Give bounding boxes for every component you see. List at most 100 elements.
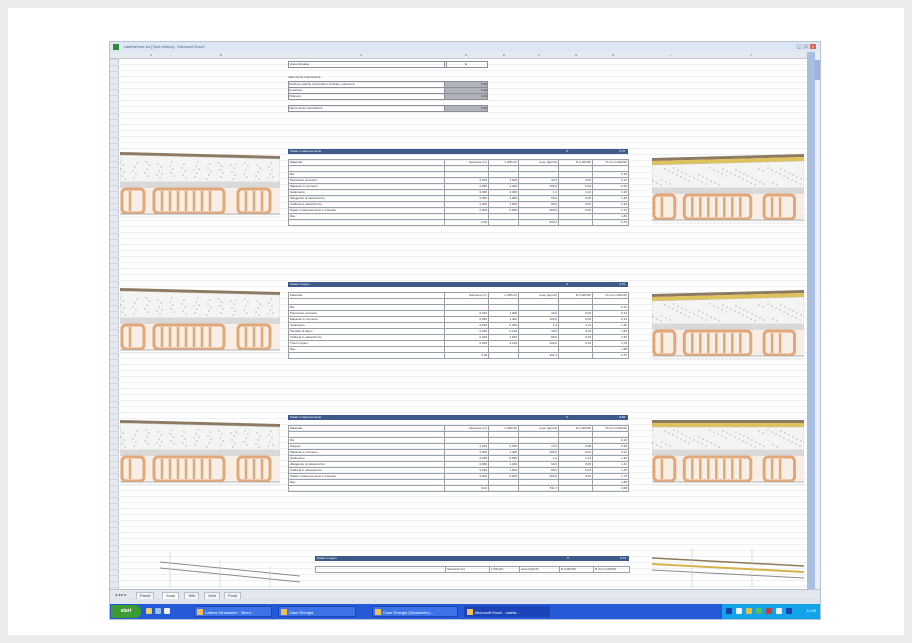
floor-section-drawing	[120, 420, 280, 486]
block-header: Solaio in laterocemento U 0,68	[288, 415, 628, 420]
tray-icon[interactable]	[776, 608, 782, 614]
block-u-label: U	[565, 282, 568, 286]
table-cell[interactable]: 0,40	[444, 485, 489, 492]
header-cell[interactable]: R (m2K/W)	[559, 566, 594, 573]
block-u-value: 0,72	[620, 556, 626, 560]
table-cell[interactable]	[288, 352, 445, 359]
table-cell[interactable]: 0,40	[444, 219, 489, 226]
stratigraphy-block-3: Solaio in laterocemento U 0,68 Materiale…	[288, 415, 629, 492]
block-title: Solaio in legno	[290, 282, 310, 286]
header-cell[interactable]: R cum (m2K/W)	[593, 566, 630, 573]
floor-section-drawing	[120, 152, 280, 218]
tray-icon[interactable]	[766, 608, 772, 614]
table-cell[interactable]	[488, 485, 519, 492]
table-cell[interactable]: 0,75	[592, 352, 629, 359]
block-header: Solaio in legno U 0,72	[315, 556, 629, 561]
quick-launch-icon[interactable]	[146, 608, 152, 614]
table-cell[interactable]	[558, 352, 593, 359]
table-cell[interactable]	[288, 485, 445, 492]
tab-nav-arrows[interactable]: ◂ ◂ ▸ ▸	[112, 592, 129, 598]
excel-icon	[113, 44, 119, 50]
wood-floor-drawing	[652, 548, 804, 588]
table-cell[interactable]: 0,38	[444, 352, 489, 359]
floor-section-drawing	[652, 420, 804, 486]
quick-launch-icon[interactable]	[164, 608, 170, 614]
column-header[interactable]: J	[750, 53, 752, 57]
floor-section-drawing	[120, 288, 280, 354]
block-u-label: U	[565, 149, 568, 153]
tray-icon[interactable]	[726, 608, 732, 614]
limit-total-value[interactable]: 0,30	[444, 105, 488, 112]
block-u-label: U	[566, 556, 569, 560]
column-header[interactable]: B	[220, 53, 222, 57]
limit-label[interactable]: Chiusure	[288, 93, 446, 100]
floor-section-drawing	[652, 154, 804, 224]
block-title: Solaio in laterocemento	[290, 149, 322, 153]
table-cell[interactable]: 511,7	[518, 485, 559, 492]
system-tray: 11:05	[722, 604, 820, 619]
quick-launch-icon[interactable]	[155, 608, 161, 614]
limit-value[interactable]: 0,29	[444, 93, 488, 100]
window-edge	[807, 52, 815, 589]
stratigraphy-block-4: Solaio in legno U 0,72 Spessore (m) λ (W…	[315, 556, 630, 573]
total-row: 0,40 534,2 0,70	[288, 219, 629, 226]
column-header[interactable]: H	[612, 53, 614, 57]
limits-subtitle: Valori limite trasmittanza	[288, 75, 321, 79]
taskbar-button-active[interactable]: Microsoft Excel - calefa...	[464, 606, 550, 617]
column-header[interactable]: D	[465, 53, 467, 57]
block-u-label: U	[565, 415, 568, 419]
table-cell[interactable]	[288, 219, 445, 226]
layers-table-partial: Spessore (m) λ (W/mK) peso (kg/m2) R (m2…	[315, 566, 630, 573]
table-cell[interactable]	[558, 485, 593, 492]
stratigraphy-block-1: Solaio in laterocemento U 0,70 Materiale…	[288, 149, 629, 226]
minimize-button[interactable]: _	[796, 44, 802, 49]
column-header[interactable]: A	[150, 53, 152, 57]
table-cell[interactable]	[488, 352, 519, 359]
title-bar: calefazione.xls [Sola lettura] - Microso…	[110, 42, 820, 52]
windows-taskbar: start Lettera Dinamiche - Micro... Case …	[110, 604, 820, 619]
block-header: Solaio in laterocemento U 0,70	[288, 149, 628, 154]
close-button[interactable]: ×	[810, 44, 816, 49]
zone-value[interactable]: E	[444, 61, 488, 68]
total-row: 0,38 331,2 0,75	[288, 352, 629, 359]
zone-label[interactable]: Zona climatica	[288, 61, 447, 68]
column-header[interactable]: G	[575, 53, 577, 57]
table-cell[interactable]	[488, 219, 519, 226]
layers-table: Materiale Spessore (m) λ (W/mK) peso (kg/m2…	[288, 425, 629, 492]
taskbar-button[interactable]: Case Energia	[278, 606, 356, 617]
header-cell[interactable]: Spessore (m)	[445, 566, 490, 573]
layers-table: Materiale Spessore (m) λ (W/mK) peso (kg/m2…	[288, 159, 629, 226]
header-cell[interactable]	[315, 566, 446, 573]
header-cell[interactable]: λ (W/mK)	[489, 566, 520, 573]
layers-table: Materiale Spessore (m) λ (W/mK) peso (kg/m2…	[288, 292, 629, 359]
table-cell[interactable]: 0,68	[592, 485, 629, 492]
table-cell[interactable]	[558, 219, 593, 226]
excel-window: calefazione.xls [Sola lettura] - Microso…	[109, 41, 821, 620]
table-cell[interactable]: 0,70	[592, 219, 629, 226]
block-title: Solaio in laterocemento	[290, 415, 322, 419]
tray-icon[interactable]	[786, 608, 792, 614]
tray-icon[interactable]	[756, 608, 762, 614]
column-header[interactable]: C	[360, 53, 362, 57]
tray-icon[interactable]	[736, 608, 742, 614]
taskbar-button[interactable]: Case Energia (Dinamiche)...	[372, 606, 458, 617]
block-u-value: 0,70	[619, 149, 625, 153]
table-cell[interactable]: 534,2	[518, 219, 559, 226]
table-cell[interactable]: 331,2	[518, 352, 559, 359]
tray-icon[interactable]	[746, 608, 752, 614]
maximize-button[interactable]: □	[803, 44, 809, 49]
block-u-value: 0,75	[619, 282, 625, 286]
block-u-value: 0,68	[619, 415, 625, 419]
taskbar-button[interactable]: Lettera Dinamiche - Micro...	[194, 606, 272, 617]
vertical-scrollbar[interactable]	[815, 52, 820, 589]
limit-total-label[interactable]: Valore limite trasmittanza	[288, 105, 446, 112]
start-button[interactable]: start	[111, 605, 141, 618]
header-cell[interactable]: peso (kg/m2)	[519, 566, 560, 573]
block-header: Solaio in legno U 0,75	[288, 282, 628, 287]
column-header[interactable]: E	[503, 53, 505, 57]
column-header[interactable]: I	[670, 53, 671, 57]
scroll-thumb[interactable]	[815, 60, 820, 80]
stratigraphy-block-2: Solaio in legno U 0,75 Materiale Spessore…	[288, 282, 629, 359]
column-header[interactable]: F	[538, 53, 540, 57]
column-headers: A B C D E F G H I J	[110, 52, 820, 59]
